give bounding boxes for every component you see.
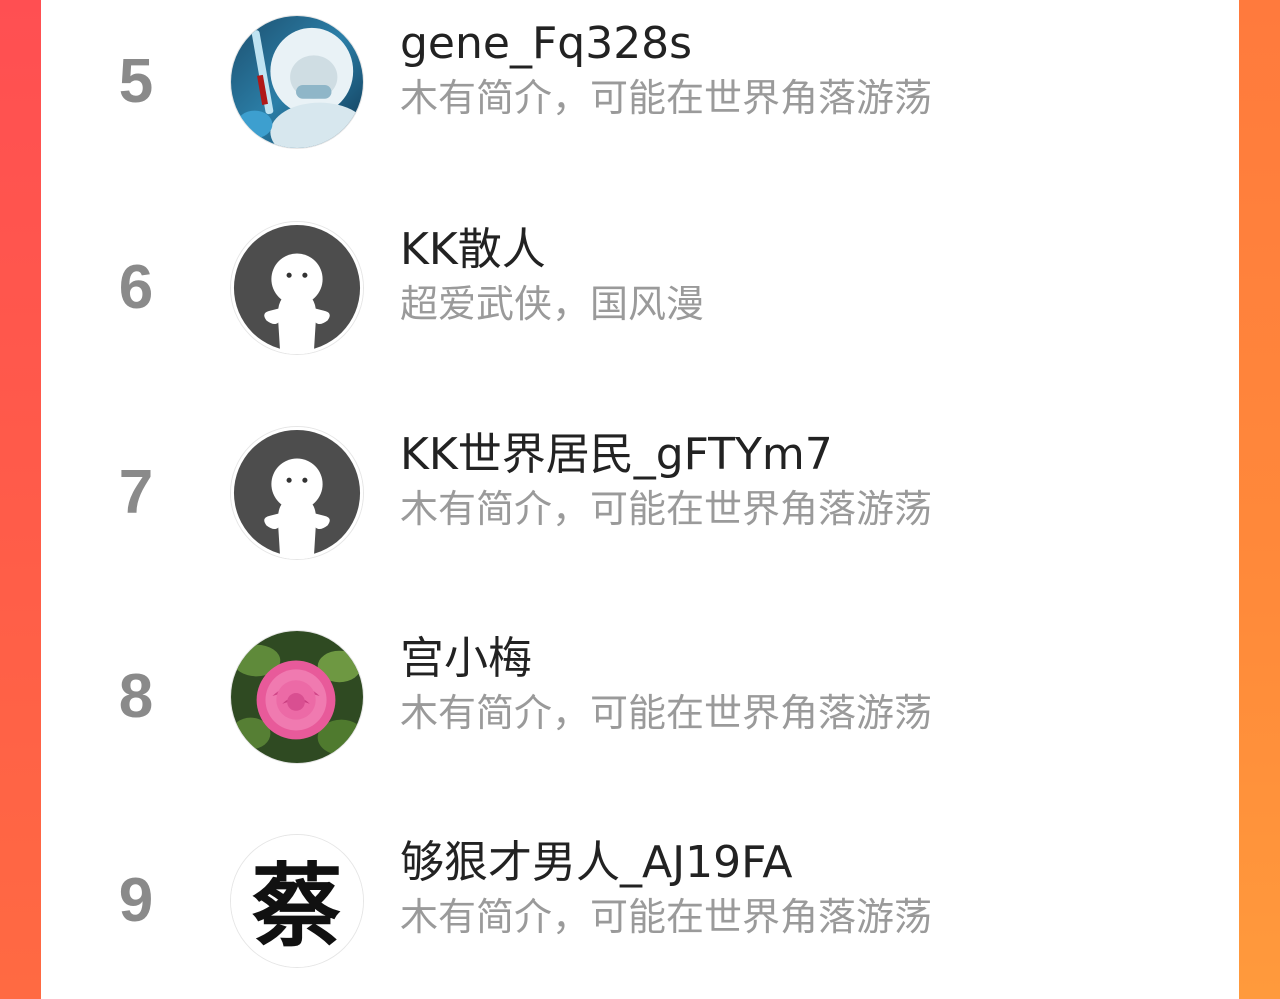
user-row-7[interactable]: 7 KK世界居民_gFTYm7 木有简介，可能在世界角落游荡: [41, 424, 1239, 564]
calligraphy-character-avatar-icon[interactable]: 蔡: [230, 834, 364, 968]
default-ghost-avatar-icon[interactable]: [230, 221, 364, 355]
rank-number: 7: [118, 458, 154, 527]
user-bio: 超爱武侠，国风漫: [400, 282, 705, 326]
ranking-list-panel: 5 gene_Fq328s 木有简介，可能在世界角落游荡 6 KK散人 超爱武侠…: [41, 0, 1239, 999]
user-name[interactable]: KK散人: [400, 225, 546, 275]
medical-researcher-avatar-icon[interactable]: [230, 15, 364, 149]
frame-right-edge: [1238, 0, 1280, 999]
rank-number: 9: [118, 866, 154, 935]
rose-icon: [231, 631, 363, 763]
ghost-icon: [231, 427, 363, 559]
user-name[interactable]: 宫小梅: [400, 634, 532, 684]
svg-text:蔡: 蔡: [252, 853, 343, 959]
user-name[interactable]: gene_Fq328s: [400, 19, 692, 69]
ghost-icon: [231, 222, 363, 354]
rank-number: 8: [118, 662, 154, 731]
user-row-9[interactable]: 9 蔡 够狠才男人_AJ19FA 木有简介，可能在世界角落游荡: [41, 832, 1239, 972]
pink-rose-avatar-icon[interactable]: [230, 630, 364, 764]
user-row-8[interactable]: 8 宫小梅 木有简介，可能在世界角落游荡: [41, 628, 1239, 768]
medical-researcher-photo-icon: [231, 16, 363, 148]
rank-number: 5: [118, 47, 154, 116]
user-bio: 木有简介，可能在世界角落游荡: [400, 895, 933, 939]
calligraphy-cai-icon: 蔡: [231, 835, 363, 967]
user-name[interactable]: KK世界居民_gFTYm7: [400, 430, 833, 480]
user-bio: 木有简介，可能在世界角落游荡: [400, 487, 933, 531]
user-bio: 木有简介，可能在世界角落游荡: [400, 691, 933, 735]
user-row-6[interactable]: 6 KK散人 超爱武侠，国风漫: [41, 219, 1239, 359]
user-row-5[interactable]: 5 gene_Fq328s 木有简介，可能在世界角落游荡: [41, 13, 1239, 153]
page-frame: 5 gene_Fq328s 木有简介，可能在世界角落游荡 6 KK散人 超爱武侠…: [0, 0, 1280, 999]
default-ghost-avatar-icon[interactable]: [230, 426, 364, 560]
user-name[interactable]: 够狠才男人_AJ19FA: [400, 838, 792, 888]
user-bio: 木有简介，可能在世界角落游荡: [400, 76, 933, 120]
rank-number: 6: [118, 253, 154, 322]
